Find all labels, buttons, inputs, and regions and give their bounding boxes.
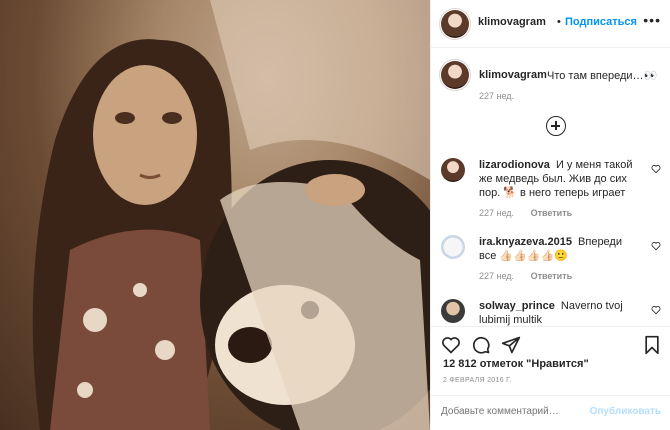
post-side-panel: klimovagram • Подписаться ••• klimovagra… (430, 0, 670, 430)
like-comment-heart-icon[interactable] (651, 305, 661, 315)
post-actions (431, 326, 670, 358)
comment-username[interactable]: lizarodionova (479, 159, 550, 171)
add-comment-input[interactable] (441, 406, 581, 417)
add-comment-bar: Опубликовать (431, 395, 670, 430)
more-dots-icon[interactable]: ••• (643, 12, 661, 28)
post-date[interactable]: 2 ФЕВРАЛЯ 2016 Г. (443, 377, 512, 384)
post-photo[interactable] (0, 0, 430, 430)
share-send-icon[interactable] (501, 335, 521, 355)
like-heart-icon[interactable] (441, 335, 461, 355)
comment-meta: 227 нед. Ответить (479, 271, 572, 281)
avatar[interactable] (441, 10, 469, 38)
post-comment-button[interactable]: Опубликовать (590, 406, 661, 417)
comment-username[interactable]: solway_prince (479, 300, 555, 312)
likes-count[interactable]: 12 812 отметок "Нравится" (443, 358, 589, 370)
reply-button[interactable]: Ответить (531, 271, 573, 281)
follow-button[interactable]: Подписаться (565, 16, 637, 28)
comment-time[interactable]: 227 нед. (479, 271, 514, 281)
caption-avatar[interactable] (441, 61, 469, 89)
like-comment-heart-icon[interactable] (651, 164, 661, 174)
post-header: klimovagram • Подписаться ••• (431, 0, 670, 48)
comment-body: ira.knyazeva.2015 Впереди все 👍🏻👍🏻👍🏻👍🏻🙂 (479, 235, 641, 263)
comment-bubble-icon[interactable] (471, 335, 491, 355)
bookmark-icon[interactable] (643, 335, 661, 355)
like-comment-heart-icon[interactable] (651, 241, 661, 251)
header-username[interactable]: klimovagram (478, 16, 546, 28)
caption-text: Что там впереди…👀 (547, 70, 658, 82)
caption-username[interactable]: klimovagram (479, 69, 547, 81)
comment-body: solway_prince Naverno tvoj lubimij multi… (479, 299, 641, 327)
comment-avatar[interactable] (441, 299, 465, 323)
comment-meta: 227 нед. Ответить (479, 208, 572, 218)
comment-body: lizarodionova И у меня такой же медведь … (479, 158, 641, 200)
caption-time[interactable]: 227 нед. (479, 91, 514, 101)
load-more-comments-icon[interactable] (546, 116, 566, 136)
comments-list[interactable]: klimovagram Что там впереди…👀 227 нед. l… (431, 49, 670, 349)
comment-time[interactable]: 227 нед. (479, 208, 514, 218)
reply-button[interactable]: Ответить (531, 208, 573, 218)
photo-illustration (0, 0, 430, 430)
comment-username[interactable]: ira.knyazeva.2015 (479, 236, 572, 248)
separator-dot: • (557, 16, 561, 28)
comment-avatar[interactable] (441, 235, 465, 259)
comment-avatar[interactable] (441, 158, 465, 182)
